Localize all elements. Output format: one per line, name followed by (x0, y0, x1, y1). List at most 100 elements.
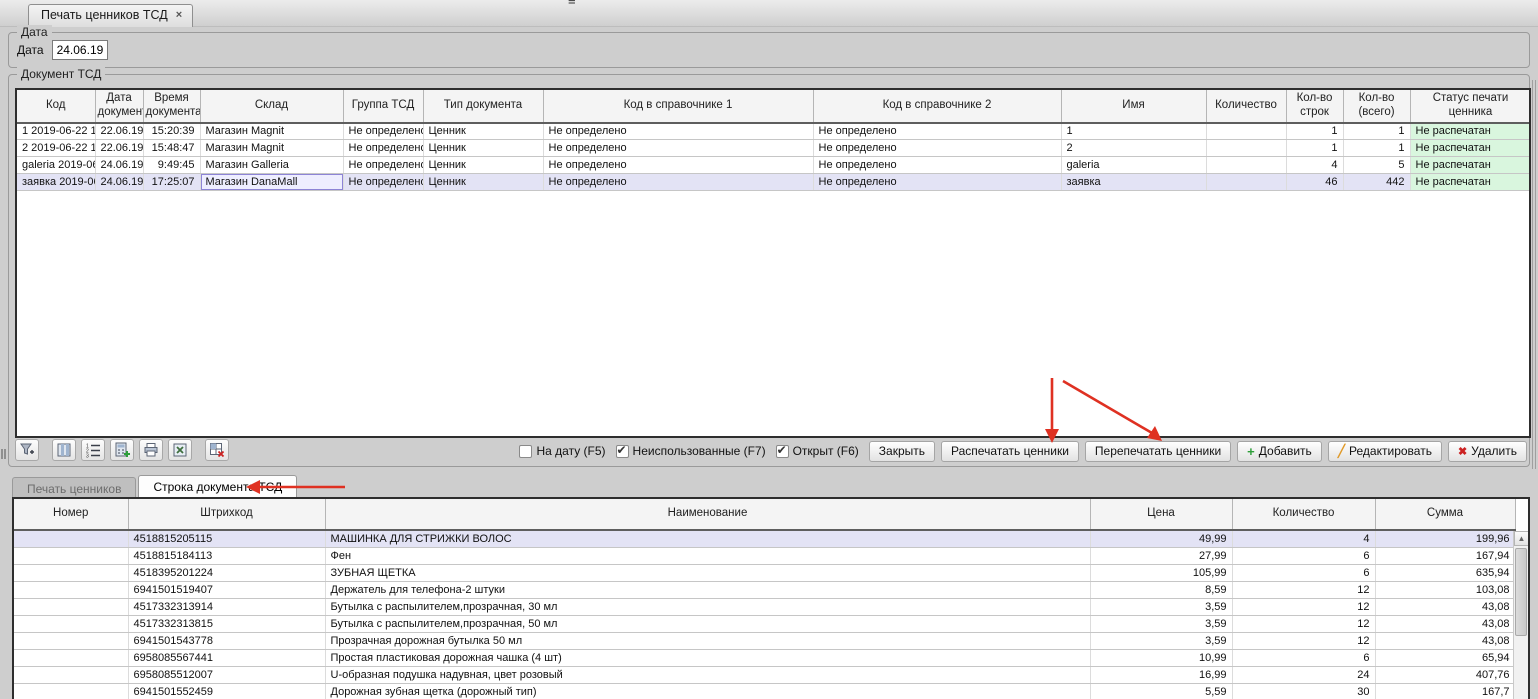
scrollbar-thumb[interactable] (1515, 548, 1527, 636)
lines-table-row[interactable]: 4517332313914 Бутылка с распылителем,про… (14, 598, 1515, 615)
col-header-sum[interactable]: Сумма (1375, 499, 1515, 530)
cell-sum: 103,08 (1375, 581, 1515, 598)
col-header-price[interactable]: Цена (1090, 499, 1232, 530)
cell-sum: 407,76 (1375, 666, 1515, 683)
lines-table-row[interactable]: 4518395201224 ЗУБНАЯ ЩЕТКА 105,99 6 635,… (14, 564, 1515, 581)
tab-close-icon[interactable]: × (176, 9, 182, 21)
cell-item-name: ЗУБНАЯ ЩЕТКА (325, 564, 1090, 581)
cell-doc-type: Ценник (423, 123, 543, 140)
col-header-name[interactable]: Имя (1061, 90, 1206, 123)
lines-table-row[interactable]: 6941501543778 Прозрачная дорожная бутылк… (14, 632, 1515, 649)
right-splitter[interactable] (1532, 80, 1536, 469)
checkbox-open-box[interactable] (776, 445, 789, 458)
lines-table-row[interactable]: 4518815184113 Фен 27,99 6 167,94 (14, 547, 1515, 564)
cell-print-status: Не распечатан (1410, 123, 1531, 140)
close-button[interactable]: Закрыть (869, 441, 935, 462)
reprint-price-tags-button[interactable]: Перепечатать ценники (1085, 441, 1231, 462)
cell-item-name: Простая пластиковая дорожная чашка (4 шт… (325, 649, 1090, 666)
cell-qty: 30 (1232, 683, 1375, 699)
cell-doc-time: 9:49:45 (143, 157, 200, 174)
scroll-up-icon[interactable]: ▲ (1514, 531, 1529, 546)
calculator-add-icon[interactable] (110, 439, 134, 461)
tab-print-tags[interactable]: Печать ценников (12, 477, 136, 497)
col-header-number[interactable]: Номер (14, 499, 128, 530)
col-header-qty[interactable]: Количество (1232, 499, 1375, 530)
cell-sum: 43,08 (1375, 598, 1515, 615)
cell-total-count: 1 (1343, 140, 1410, 157)
col-header-ref-code-1[interactable]: Код в справочнике 1 (543, 90, 813, 123)
cell-ref-code-2: Не определено (813, 174, 1061, 191)
cell-quantity (1206, 174, 1286, 191)
vertical-scrollbar[interactable]: ▲ (1513, 531, 1528, 699)
print-icon[interactable] (139, 439, 163, 461)
cell-code: 2 2019-06-22 1 (17, 140, 95, 157)
col-header-total-count[interactable]: Кол-во (всего) (1343, 90, 1410, 123)
lines-table-row[interactable]: 4518815205115 МАШИНКА ДЛЯ СТРИЖКИ ВОЛОС … (14, 530, 1515, 547)
col-header-doc-type[interactable]: Тип документа (423, 90, 543, 123)
cell-number (14, 683, 128, 699)
doc-table-row[interactable]: 1 2019-06-22 1 22.06.19 15:20:39 Магазин… (17, 123, 1531, 140)
cell-number (14, 581, 128, 598)
lines-table-row[interactable]: 6941501552459 Дорожная зубная щетка (дор… (14, 683, 1515, 699)
checkbox-on-date[interactable]: На дату (F5) (519, 444, 605, 458)
col-header-line-count[interactable]: Кол-во строк (1286, 90, 1343, 123)
lines-table-row[interactable]: 6958085512007 U-образная подушка надувна… (14, 666, 1515, 683)
doc-table-row[interactable]: galeria 2019-06 24.06.19 9:49:45 Магазин… (17, 157, 1531, 174)
close-button-label: Закрыть (879, 444, 925, 458)
checkbox-open[interactable]: Открыт (F6) (776, 444, 859, 458)
cell-item-name: МАШИНКА ДЛЯ СТРИЖКИ ВОЛОС (325, 530, 1090, 547)
cell-line-count: 46 (1286, 174, 1343, 191)
numbered-list-icon[interactable]: 123 (81, 439, 105, 461)
date-input[interactable] (52, 40, 108, 60)
doc-table-row[interactable]: 2 2019-06-22 1 22.06.19 15:48:47 Магазин… (17, 140, 1531, 157)
col-header-ref-code-2[interactable]: Код в справочнике 2 (813, 90, 1061, 123)
checkbox-unused[interactable]: Неиспользованные (F7) (616, 444, 766, 458)
cell-sum: 167,7 (1375, 683, 1515, 699)
cell-price: 105,99 (1090, 564, 1232, 581)
menu-icon[interactable]: ≡ (568, 0, 576, 5)
cell-number (14, 564, 128, 581)
lines-table-row[interactable]: 4517332313815 Бутылка с распылителем,про… (14, 615, 1515, 632)
cell-print-status: Не распечатан (1410, 174, 1531, 191)
date-label: Дата (17, 43, 44, 57)
column-settings-icon[interactable] (52, 439, 76, 461)
lines-table-row[interactable]: 6958085567441 Простая пластиковая дорожн… (14, 649, 1515, 666)
add-button[interactable]: + Добавить (1237, 441, 1322, 462)
col-header-doc-time[interactable]: Время документа (143, 90, 200, 123)
grid-close-icon[interactable] (205, 439, 229, 461)
cell-doc-type: Ценник (423, 174, 543, 191)
col-header-doc-date[interactable]: Дата документа (95, 90, 143, 123)
cell-ref-code-2: Не определено (813, 123, 1061, 140)
edit-button[interactable]: ╱ Редактировать (1328, 441, 1442, 462)
checkbox-on-date-box[interactable] (519, 445, 532, 458)
col-header-warehouse[interactable]: Склад (200, 90, 343, 123)
col-header-barcode[interactable]: Штрихкод (128, 499, 325, 530)
tab-doc-line[interactable]: Строка документа ТСД (138, 475, 297, 497)
cell-doc-date: 24.06.19 (95, 174, 143, 191)
lines-table-row[interactable]: 6941501519407 Держатель для телефона-2 ш… (14, 581, 1515, 598)
cell-price: 49,99 (1090, 530, 1232, 547)
cell-doc-time: 15:48:47 (143, 140, 200, 157)
tab-title: Печать ценников ТСД (41, 8, 168, 22)
col-header-quantity[interactable]: Количество (1206, 90, 1286, 123)
col-header-tsd-group[interactable]: Группа ТСД (343, 90, 423, 123)
cell-sum: 167,94 (1375, 547, 1515, 564)
delete-x-icon: ✖ (1458, 445, 1467, 458)
tab-print-price-tags-tsd[interactable]: Печать ценников ТСД × (28, 4, 193, 27)
doc-table-row[interactable]: заявка 2019-06 24.06.19 17:25:07 Магазин… (17, 174, 1531, 191)
cell-quantity (1206, 140, 1286, 157)
cell-sum: 635,94 (1375, 564, 1515, 581)
col-header-print-status[interactable]: Статус печати ценника (1410, 90, 1531, 123)
col-header-item-name[interactable]: Наименование (325, 499, 1090, 530)
checkbox-unused-box[interactable] (616, 445, 629, 458)
cell-qty: 12 (1232, 615, 1375, 632)
filter-add-icon[interactable] (15, 439, 39, 461)
cell-barcode: 4518815184113 (128, 547, 325, 564)
col-header-code[interactable]: Код (17, 90, 95, 123)
print-price-tags-button[interactable]: Распечатать ценники (941, 441, 1079, 462)
splitter-grip[interactable] (1, 449, 6, 459)
cell-item-name: Бутылка с распылителем,прозрачная, 30 мл (325, 598, 1090, 615)
delete-button[interactable]: ✖ Удалить (1448, 441, 1527, 462)
cell-warehouse: Магазин Magnit (200, 123, 343, 140)
export-excel-icon[interactable] (168, 439, 192, 461)
